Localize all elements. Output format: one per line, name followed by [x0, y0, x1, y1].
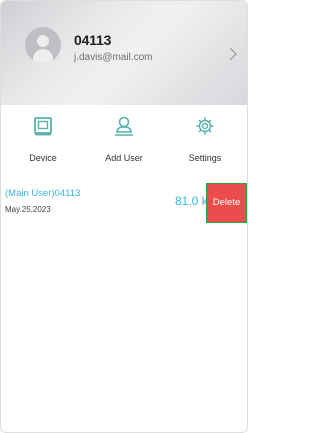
- menu-item-settings[interactable]: Settings: [165, 105, 245, 177]
- delete-button[interactable]: Delete: [206, 183, 247, 223]
- record-user: (Main User)04113: [5, 188, 81, 199]
- menu-row: Device Add User Settings: [1, 105, 247, 177]
- menu-item-settings-label: Settings: [188, 153, 222, 163]
- list-item[interactable]: (Main User)04113 May.25,2023 81.0 kg Del…: [1, 177, 247, 229]
- profile-header[interactable]: 04113 j.davis@mail.com: [1, 1, 247, 105]
- menu-item-device[interactable]: Device: [3, 105, 83, 177]
- add-user-icon: [115, 116, 133, 136]
- device-icon: [34, 117, 52, 136]
- profile-email: j.davis@mail.com: [74, 52, 153, 63]
- gear-icon: [196, 117, 214, 135]
- menu-item-add-user[interactable]: Add User: [84, 105, 164, 177]
- avatar: [25, 27, 61, 63]
- menu-item-add-user-label: Add User: [105, 153, 143, 163]
- record-date: May.25,2023: [5, 205, 51, 214]
- profile-name: 04113: [74, 32, 112, 48]
- app-screen: 04113 j.davis@mail.com Device Add User S…: [0, 0, 248, 433]
- chevron-right-icon[interactable]: [227, 47, 239, 61]
- menu-item-device-label: Device: [29, 153, 57, 163]
